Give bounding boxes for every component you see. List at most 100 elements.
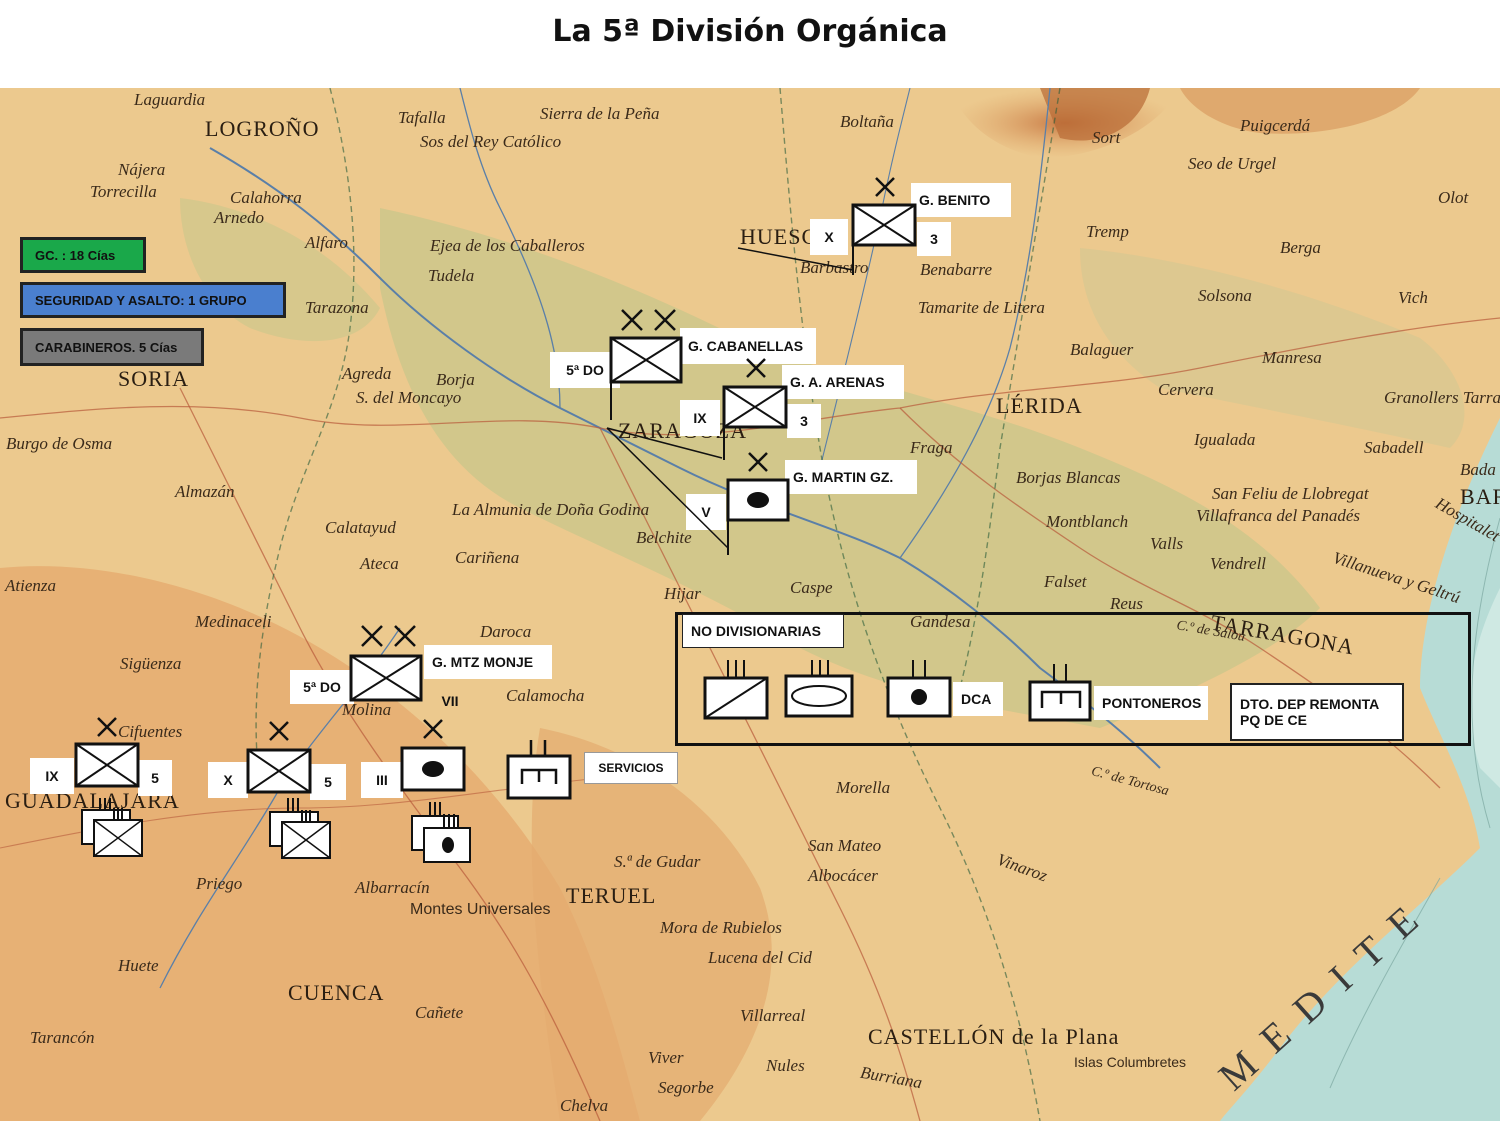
place-montes: Montes Universales — [410, 901, 551, 918]
unit-x5-echelon: X — [208, 762, 248, 798]
place-tarancon: Tarancón — [30, 1028, 95, 1047]
place-belchite: Belchite — [636, 528, 692, 547]
place-cervera: Cervera — [1158, 380, 1214, 399]
place-soria: SORIA — [118, 366, 190, 391]
place-calatayud: Calatayud — [325, 518, 396, 537]
place-atienza: Atienza — [5, 576, 56, 595]
unit-cabanellas-label: G. CABANELLAS — [680, 328, 816, 364]
place-viver: Viver — [648, 1048, 684, 1067]
legend-guardia-civil-label: GC. : 18 Cías — [35, 247, 116, 263]
unit-x5-number: 5 — [310, 764, 346, 800]
place-daroca: Daroca — [480, 622, 532, 641]
place-montblanch: Montblanch — [1046, 512, 1129, 531]
unit-monje-sub: VII — [441, 693, 459, 709]
legend-carabineros-label: CARABINEROS. 5 Cías — [35, 339, 178, 355]
dca-label: DCA — [953, 682, 1003, 716]
unit-iii-echelon: III — [361, 762, 403, 798]
unit-benito-label: G. BENITO — [911, 183, 1011, 217]
unit-arenas-echelon: IX — [680, 400, 720, 436]
place-castellon: CASTELLÓN de la Plana — [868, 1024, 1120, 1049]
place-caspe: Caspe — [790, 578, 833, 597]
place-siguenza: Sigüenza — [120, 654, 182, 673]
place-falset: Falset — [1044, 572, 1087, 591]
place-canete: Cañete — [415, 1003, 464, 1022]
place-benabarre: Benabarre — [920, 260, 993, 279]
dto-line1: DTO. DEP REMONTA — [1240, 696, 1380, 712]
place-hijar: Hijar — [664, 584, 701, 603]
place-albocacer: Albocácer — [808, 866, 878, 885]
map-area[interactable]: Laguardia LOGROÑO Nájera Torrecilla Cala… — [0, 88, 1500, 1121]
place-manresa: Manresa — [1262, 348, 1322, 367]
place-laguardia: Laguardia — [134, 90, 206, 109]
place-torrecilla: Torrecilla — [90, 182, 157, 201]
pontoneros-label: PONTONEROS — [1094, 686, 1208, 720]
legend-carabineros: CARABINEROS. 5 Cías — [20, 328, 204, 366]
place-sanfeliu: San Feliu de Llobregat — [1212, 484, 1369, 503]
place-arnedo: Arnedo — [214, 208, 265, 227]
place-huete: Huete — [118, 956, 159, 975]
place-tarazona: Tarazona — [305, 298, 369, 317]
no-divisionarias-title: NO DIVISIONARIAS — [682, 614, 844, 648]
place-tudela: Tudela — [428, 266, 475, 285]
place-morella: Morella — [836, 778, 891, 797]
place-alfaro: Alfaro — [305, 233, 348, 252]
place-igualada: Igualada — [1194, 430, 1256, 449]
place-calamocha: Calamocha — [506, 686, 585, 705]
place-najera: Nájera — [118, 160, 166, 179]
unit-ix5-echelon: IX — [30, 758, 74, 794]
place-teruel: TERUEL — [566, 883, 657, 908]
dto-line2: PQ DE CE — [1240, 712, 1307, 728]
unit-monje-label: G. MTZ MONJE — [424, 645, 552, 679]
place-fraga: Fraga — [910, 438, 953, 457]
place-valls: Valls — [1150, 534, 1184, 553]
place-granollers: Granollers Tarrasa — [1384, 388, 1500, 407]
place-tremp: Tremp — [1086, 222, 1129, 241]
place-sierra-pena: Sierra de la Peña — [540, 104, 660, 123]
place-berga: Berga — [1280, 238, 1321, 257]
legend-guardia-civil: GC. : 18 Cías — [20, 237, 146, 273]
legend-seguridad-asalto-label: SEGURIDAD Y ASALTO: 1 GRUPO — [35, 292, 247, 308]
unit-benito-echelon: X — [810, 219, 848, 255]
place-lerida: LÉRIDA — [996, 393, 1083, 418]
place-reus: Reus — [1110, 594, 1144, 613]
place-almazan: Almazán — [175, 482, 235, 501]
place-medinaceli: Medinaceli — [195, 612, 272, 631]
place-chelva: Chelva — [560, 1096, 609, 1115]
place-cuenca: CUENCA — [288, 980, 385, 1005]
place-nules: Nules — [766, 1056, 805, 1075]
place-barbastro: Barbastro — [800, 258, 869, 277]
unit-benito-number: 3 — [917, 222, 951, 256]
place-lucena: Lucena del Cid — [708, 948, 812, 967]
place-albarracin: Albarracín — [355, 878, 430, 897]
dto-dep-remonta: DTO. DEP REMONTA PQ DE CE — [1230, 683, 1404, 741]
place-columbretes: Islas Columbretes — [1074, 1054, 1187, 1070]
place-sos: Sos del Rey Católico — [420, 132, 562, 151]
place-segorbe: Segorbe — [658, 1078, 714, 1097]
place-tamarite: Tamarite de Litera — [918, 298, 1045, 317]
place-almunia: La Almunia de Doña Godina — [452, 500, 650, 519]
place-cifuentes: Cifuentes — [118, 722, 183, 741]
place-barcelona: BAR — [1460, 484, 1500, 509]
place-sabadell: Sabadell — [1364, 438, 1424, 457]
place-puigcerda: Puigcerdá — [1240, 116, 1311, 135]
legend-seguridad-asalto: SEGURIDAD Y ASALTO: 1 GRUPO — [20, 282, 286, 318]
place-tafalla: Tafalla — [398, 108, 446, 127]
unit-arenas-number: 3 — [787, 404, 821, 438]
unit-cabanellas-echelon: 5ª DO — [550, 352, 620, 388]
place-sort: Sort — [1092, 128, 1121, 147]
place-borjas: Borjas Blancas — [1016, 468, 1121, 487]
place-carinena: Cariñena — [455, 548, 520, 567]
unit-servicios-label: SERVICIOS — [584, 752, 678, 784]
unit-monje-echelon: 5ª DO — [290, 670, 354, 704]
place-logrono: LOGROÑO — [205, 116, 320, 141]
unit-martin-echelon: V — [686, 494, 726, 530]
place-villafranca: Villafranca del Panadés — [1196, 506, 1360, 525]
unit-ix5-number: 5 — [138, 760, 172, 796]
place-burgo-osma: Burgo de Osma — [6, 434, 113, 453]
place-seo-urgel: Seo de Urgel — [1188, 154, 1277, 173]
place-badalona: Bada — [1460, 460, 1496, 479]
place-villarreal: Villarreal — [740, 1006, 806, 1025]
place-solsona: Solsona — [1198, 286, 1252, 305]
page-title: La 5ª División Orgánica — [552, 14, 948, 49]
place-san-mateo: San Mateo — [808, 836, 882, 855]
